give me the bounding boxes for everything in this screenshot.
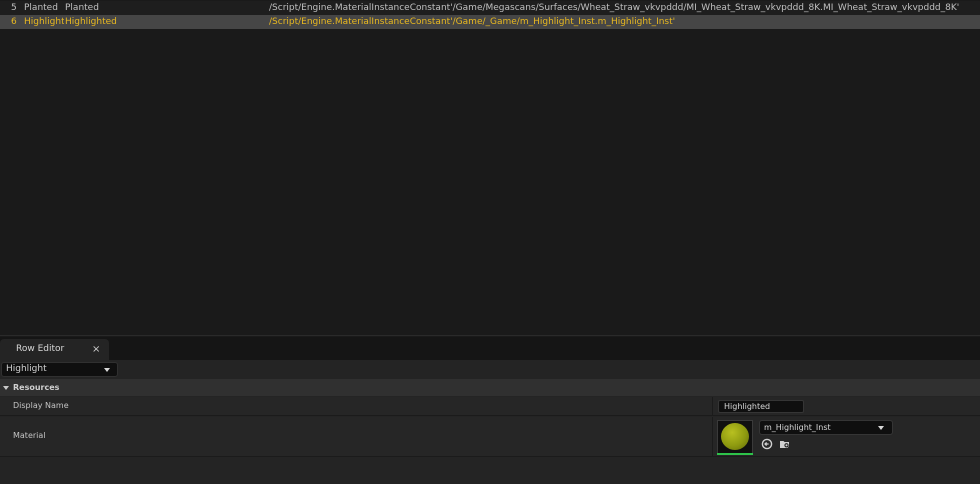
category-resources[interactable]: Resources bbox=[0, 379, 980, 396]
row-name: Highlight bbox=[24, 17, 64, 27]
row-selector-value: Highlight bbox=[6, 364, 47, 374]
column-splitter[interactable] bbox=[712, 397, 713, 415]
close-icon[interactable]: × bbox=[92, 339, 100, 360]
row-selector-dropdown[interactable]: Highlight bbox=[1, 362, 118, 377]
material-label: Material bbox=[13, 431, 46, 440]
chevron-down-icon bbox=[878, 426, 884, 430]
display-name-label: Display Name bbox=[13, 401, 69, 410]
chevron-down-icon bbox=[104, 368, 110, 372]
thumbnail-accent-bar bbox=[717, 453, 753, 455]
material-sphere-preview bbox=[721, 423, 749, 450]
tab-label: Row Editor bbox=[16, 344, 65, 354]
table-row[interactable]: 5 Planted Planted /Script/Engine.Materia… bbox=[0, 1, 980, 15]
row-index: 5 bbox=[11, 3, 17, 13]
display-name-field[interactable]: Highlighted bbox=[718, 400, 804, 413]
panel-tab-bar: Row Editor × bbox=[0, 337, 980, 360]
triangle-down-icon[interactable] bbox=[3, 386, 9, 390]
property-material: Material m_Highlight_Inst bbox=[0, 417, 980, 457]
row-index: 6 bbox=[11, 17, 17, 27]
column-splitter[interactable] bbox=[712, 417, 713, 456]
row-editor-panel: Highlight Resources Display Name Highlig… bbox=[0, 360, 980, 484]
row-display-name: Highlighted bbox=[65, 17, 117, 27]
table-row-selected[interactable]: 6 Highlight Highlighted /Script/Engine.M… bbox=[0, 15, 980, 29]
arrow-left-circle-icon[interactable] bbox=[761, 438, 773, 450]
material-thumbnail[interactable] bbox=[717, 420, 753, 454]
row-material-path: /Script/Engine.MaterialInstanceConstant'… bbox=[269, 17, 676, 27]
table-divider bbox=[0, 335, 980, 336]
data-table: 5 Planted Planted /Script/Engine.Materia… bbox=[0, 0, 980, 336]
category-label: Resources bbox=[13, 383, 60, 392]
row-name: Planted bbox=[24, 3, 58, 13]
material-asset-name: m_Highlight_Inst bbox=[764, 423, 831, 432]
row-display-name: Planted bbox=[65, 3, 99, 13]
material-asset-picker[interactable]: m_Highlight_Inst bbox=[759, 420, 893, 435]
folder-search-icon[interactable] bbox=[779, 438, 791, 450]
tab-row-editor[interactable]: Row Editor × bbox=[0, 339, 109, 360]
property-display-name: Display Name Highlighted bbox=[0, 397, 980, 416]
row-material-path: /Script/Engine.MaterialInstanceConstant'… bbox=[269, 3, 960, 13]
